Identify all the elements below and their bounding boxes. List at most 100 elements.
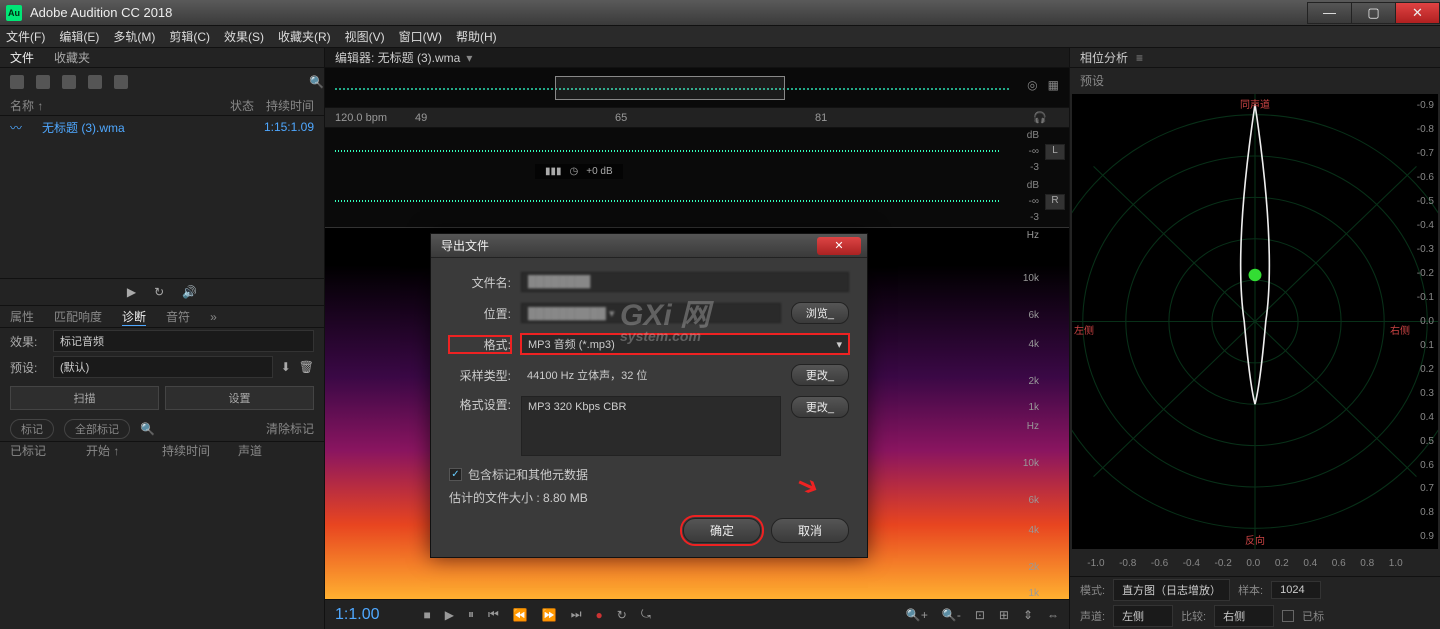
marker-all-button[interactable]: 全部标记	[64, 419, 130, 439]
col-status[interactable]: 状态	[194, 97, 254, 114]
format-select[interactable]: MP3 音频 (*.mp3) ▾	[521, 334, 849, 354]
prev-button[interactable]: ⏮	[488, 607, 499, 622]
dialog-titlebar[interactable]: 导出文件 ✕	[431, 234, 867, 258]
zoom-fit-icon[interactable]: ⊡	[975, 608, 985, 622]
hz-scale: Hz 10k 6k 4k 2k 1k Hz 10k 6k 4k 2k 1k	[1009, 228, 1039, 599]
menu-view[interactable]: 视图(V)	[345, 28, 385, 45]
autoplay-icon[interactable]: 🔊	[182, 285, 197, 299]
change-format-button[interactable]: 更改_	[791, 396, 849, 418]
dialog-close-button[interactable]: ✕	[817, 237, 861, 255]
overview-selection[interactable]	[555, 76, 785, 100]
preset-select[interactable]: (默认)	[53, 356, 273, 378]
zoom-in-icon[interactable]: 🔍+	[906, 608, 928, 622]
channel-left-button[interactable]: L	[1045, 144, 1065, 160]
stop-button[interactable]: ■	[423, 608, 430, 622]
dropdown-icon[interactable]: ▾	[466, 51, 472, 65]
marked-checkbox[interactable]	[1282, 610, 1294, 622]
skip-button[interactable]: ⤿	[641, 607, 651, 622]
col-duration[interactable]: 持续时间	[254, 97, 314, 114]
axis-tick: 0.0	[1420, 316, 1434, 327]
ratio-select[interactable]: 右侧	[1214, 605, 1274, 627]
location-field[interactable]: ██████████ ▾	[521, 303, 781, 323]
mode-select[interactable]: 直方图（日志增放）	[1113, 579, 1230, 601]
axis-tick: -1.0	[1087, 558, 1104, 569]
file-row[interactable]: 〰 无标题 (3).wma 1:15:1.09	[0, 116, 324, 138]
zoom-sel-icon[interactable]: ⊞	[999, 608, 1009, 622]
scan-button[interactable]: 扫描	[10, 386, 159, 410]
metadata-checkbox[interactable]: ✓	[449, 468, 462, 481]
menu-favorites[interactable]: 收藏夹(R)	[278, 28, 331, 45]
menu-file[interactable]: 文件(F)	[6, 28, 45, 45]
cancel-button[interactable]: 取消	[771, 518, 849, 543]
headphones-icon[interactable]: 🎧	[1033, 111, 1047, 124]
sample-select[interactable]: 1024	[1271, 581, 1321, 599]
open-file-icon[interactable]	[10, 75, 24, 89]
menu-multitrack[interactable]: 多轨(M)	[113, 28, 155, 45]
filename-field[interactable]: ████████	[521, 272, 849, 292]
col-marked[interactable]: 已标记	[10, 442, 86, 462]
next-button[interactable]: ⏭	[571, 607, 582, 622]
ok-button[interactable]: 确定	[683, 518, 761, 543]
forward-button[interactable]: ⏩	[542, 608, 557, 622]
tab-diagnostics[interactable]: 诊断	[122, 308, 146, 326]
grid-icon[interactable]: ▦	[1048, 78, 1059, 92]
effect-select[interactable]: 标记音频	[53, 330, 314, 352]
search-icon[interactable]: 🔍	[309, 75, 324, 89]
import-icon[interactable]	[88, 75, 102, 89]
col-dur2[interactable]: 持续时间	[162, 442, 238, 462]
window-buttons: — ▢ ✕	[1308, 2, 1440, 24]
timeline-header[interactable]: 120.0 bpm 49 65 81 🎧	[325, 108, 1069, 128]
panel-overflow-icon[interactable]: »	[210, 310, 217, 324]
new-multitrack-icon[interactable]	[36, 75, 50, 89]
tab-files[interactable]: 文件	[10, 49, 34, 66]
menu-clip[interactable]: 剪辑(C)	[169, 28, 210, 45]
change-sample-button[interactable]: 更改_	[791, 364, 849, 386]
play-icon[interactable]: ▶	[127, 285, 136, 299]
record-icon[interactable]	[62, 75, 76, 89]
loop-button[interactable]: ↻	[617, 608, 627, 622]
overview-waveform[interactable]: ◎ ▦	[325, 68, 1069, 108]
ratio-label: 比较:	[1181, 608, 1206, 624]
delete-icon[interactable]: 🗑	[299, 360, 314, 374]
close-button[interactable]: ✕	[1395, 2, 1440, 24]
maximize-button[interactable]: ▢	[1351, 2, 1396, 24]
settings-button[interactable]: 设置	[165, 386, 314, 410]
pause-button[interactable]: ⏸	[468, 607, 474, 622]
editor-tab[interactable]: 编辑器: 无标题 (3).wma ▾	[325, 48, 1069, 68]
zoom-icon[interactable]: ◎	[1027, 78, 1037, 92]
axis-tick: -0.4	[1417, 220, 1434, 231]
menubar: 文件(F) 编辑(E) 多轨(M) 剪辑(C) 效果(S) 收藏夹(R) 视图(…	[0, 26, 1440, 48]
tab-properties[interactable]: 属性	[10, 308, 34, 325]
clear-markers[interactable]: 清除标记	[266, 420, 314, 437]
marker-button[interactable]: 标记	[10, 419, 54, 439]
download-icon[interactable]: ⬇	[281, 360, 291, 374]
col-name[interactable]: 名称 ↑	[10, 97, 194, 114]
minimize-button[interactable]: —	[1307, 2, 1352, 24]
search-icon[interactable]: 🔍	[140, 422, 155, 436]
transport-bar: 1:1.00 ■ ▶ ⏸ ⏮ ⏪ ⏩ ⏭ ● ↻ ⤿ 🔍+ 🔍- ⊡ ⊞ ⇕ ⇔	[325, 599, 1069, 629]
channel-right-button[interactable]: R	[1045, 194, 1065, 210]
current-time[interactable]: 1:1.00	[335, 606, 379, 624]
col-start[interactable]: 开始 ↑	[86, 442, 162, 462]
rewind-button[interactable]: ⏪	[513, 608, 528, 622]
trash-icon[interactable]	[114, 75, 128, 89]
browse-button[interactable]: 浏览_	[791, 302, 849, 324]
menu-edit[interactable]: 编辑(E)	[59, 28, 99, 45]
menu-window[interactable]: 窗口(W)	[399, 28, 442, 45]
menu-effects[interactable]: 效果(S)	[224, 28, 264, 45]
zoom-h-icon[interactable]: ⇔	[1047, 608, 1059, 622]
zoom-out-icon[interactable]: 🔍-	[942, 608, 961, 622]
loop-icon[interactable]: ↻	[154, 285, 164, 299]
tab-marker[interactable]: 音符	[166, 308, 190, 325]
menu-help[interactable]: 帮助(H)	[456, 28, 497, 45]
play-button[interactable]: ▶	[445, 608, 454, 622]
panel-menu-icon[interactable]: ≡	[1136, 51, 1143, 65]
tab-match-loudness[interactable]: 匹配响度	[54, 308, 102, 325]
col-channel[interactable]: 声道	[238, 442, 314, 462]
tab-favorites[interactable]: 收藏夹	[54, 49, 90, 66]
zoom-v-icon[interactable]: ⇕	[1023, 608, 1033, 622]
record-button[interactable]: ●	[596, 608, 603, 622]
phase-scope[interactable]: 同声道 反向 左侧 右侧 -0.9-0.8-0.7-0.6-0.5-0.4-0.…	[1072, 94, 1438, 549]
channel-select[interactable]: 左侧	[1113, 605, 1173, 627]
waveform-display[interactable]: ▮▮▮ ◷ +0 dB dB -∞ -3 dB -∞ -3 L R	[325, 128, 1069, 228]
